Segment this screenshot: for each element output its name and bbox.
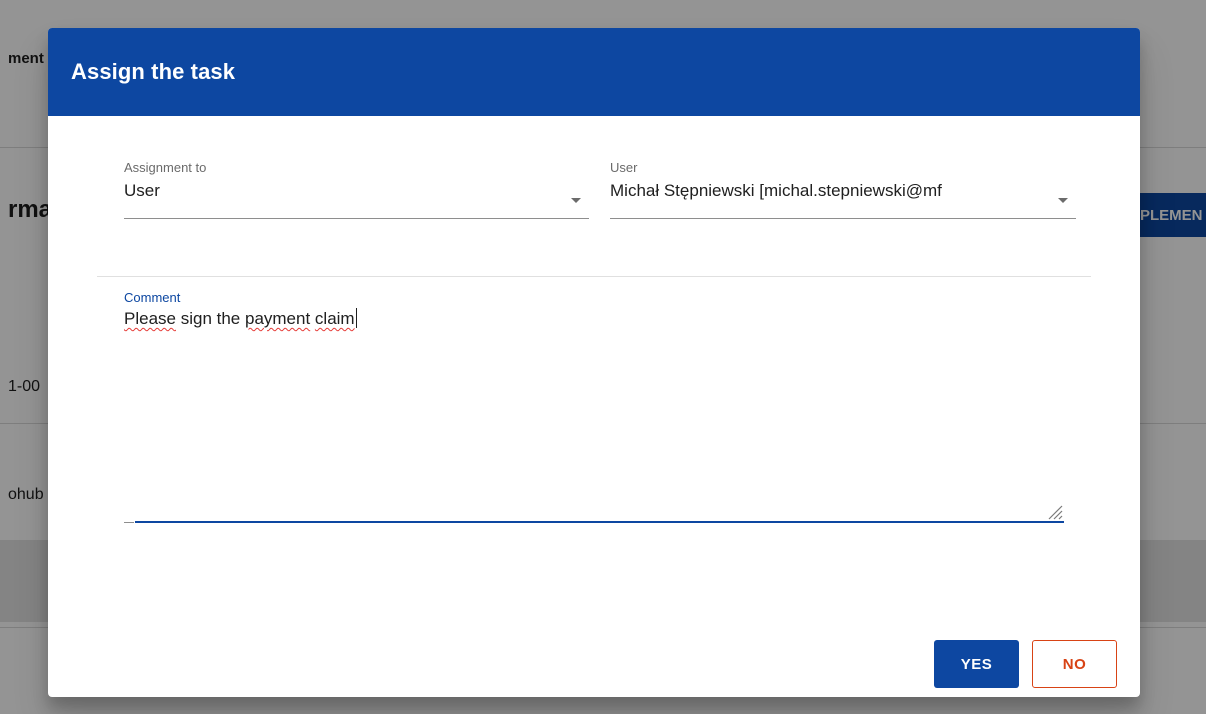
assignment-to-underline: [124, 218, 589, 219]
caret-down-icon[interactable]: [571, 198, 581, 203]
text-cursor: [355, 308, 357, 328]
user-value: Michał Stępniewski [michal.stepniewski@m…: [610, 181, 942, 200]
comment-underline-start: [124, 522, 134, 523]
yes-button[interactable]: YES: [934, 640, 1019, 688]
assign-task-dialog: Assign the task Assignment to User User …: [48, 28, 1140, 697]
no-button[interactable]: NO: [1032, 640, 1117, 688]
form-divider: [97, 276, 1091, 277]
comment-input-text[interactable]: Please sign the payment claim: [124, 308, 1064, 329]
comment-label: Comment: [124, 290, 181, 305]
misspelled-word: claim: [314, 309, 355, 328]
misspelled-word: payment: [244, 309, 311, 328]
comment-textarea[interactable]: Comment Please sign the payment claim: [124, 290, 1064, 523]
assignment-to-value: User: [124, 181, 160, 200]
dialog-header: Assign the task: [48, 28, 1140, 116]
misspelled-word: Please: [124, 309, 176, 328]
comment-word: sign the: [175, 309, 245, 328]
comment-focus-underline: [135, 521, 1064, 523]
resize-handle-icon[interactable]: [1046, 503, 1064, 521]
user-select[interactable]: User Michał Stępniewski [michal.stepniew…: [610, 160, 1076, 219]
assignment-to-label: Assignment to: [124, 160, 207, 175]
user-underline: [610, 218, 1076, 219]
dialog-title: Assign the task: [71, 59, 236, 84]
user-label: User: [610, 160, 638, 175]
caret-down-icon[interactable]: [1058, 198, 1068, 203]
assignment-to-select[interactable]: Assignment to User: [124, 160, 589, 219]
